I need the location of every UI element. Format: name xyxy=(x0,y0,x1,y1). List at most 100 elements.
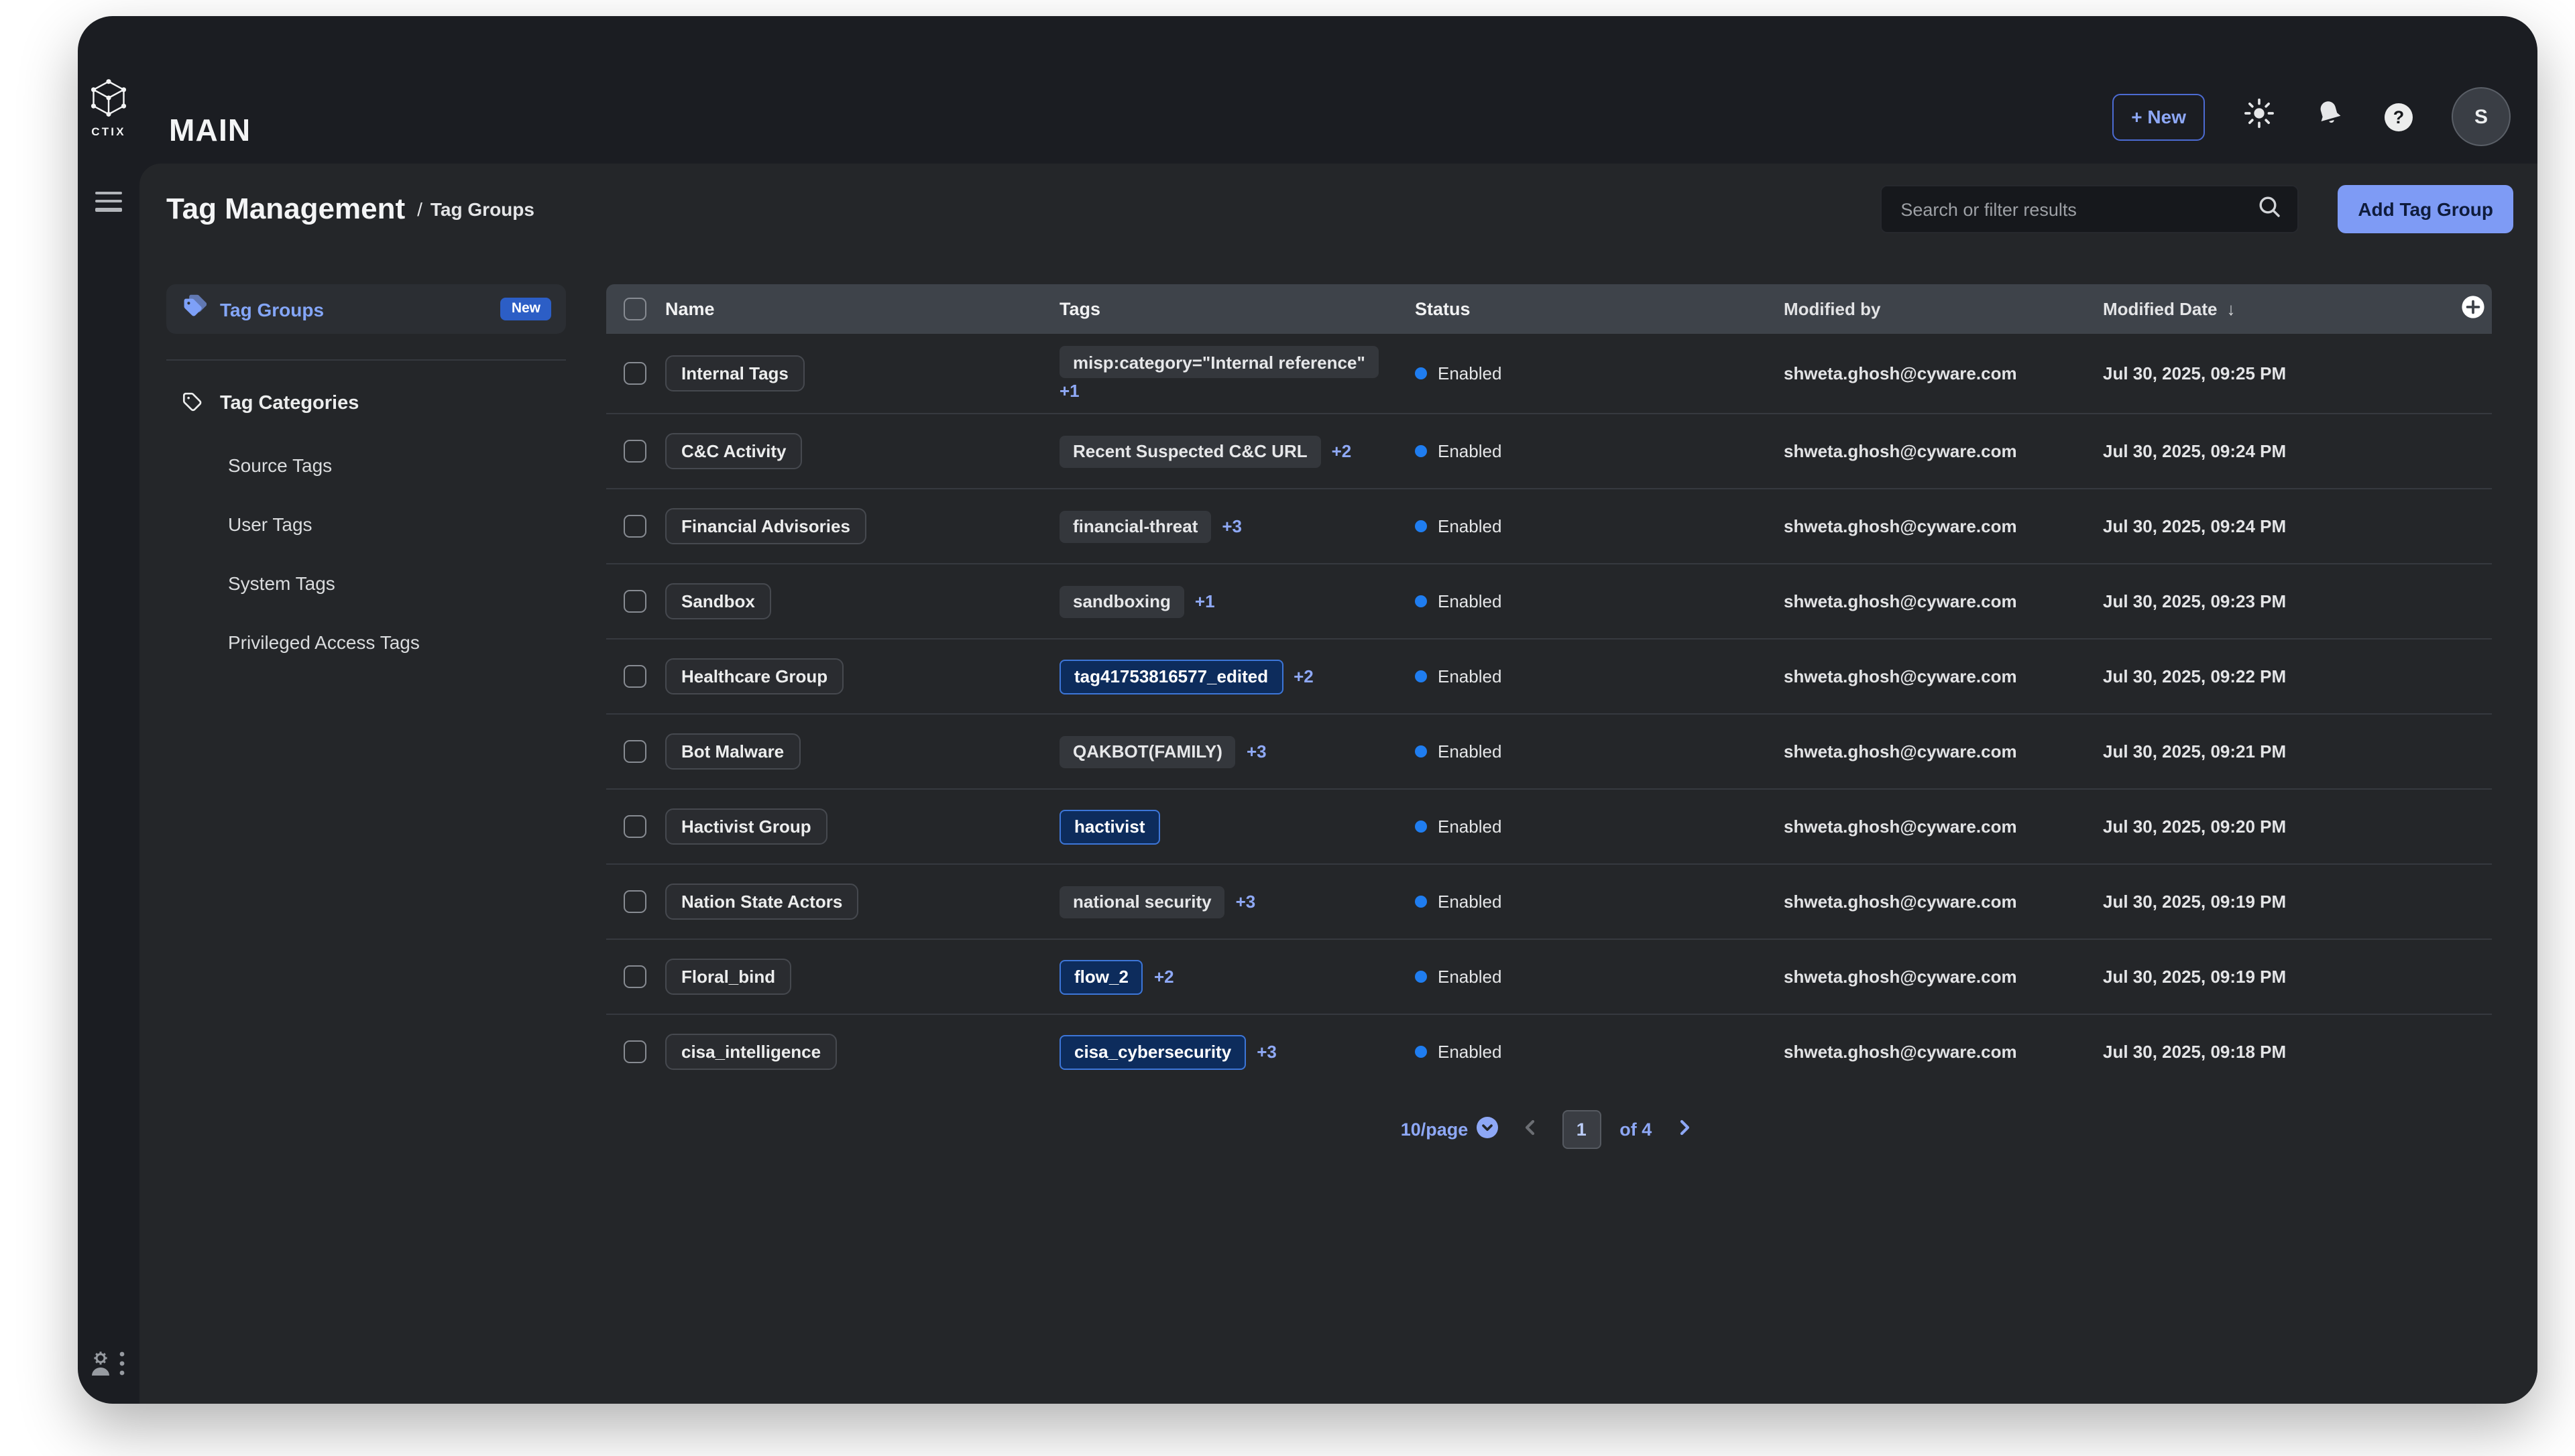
tag-group-name[interactable]: Sandbox xyxy=(665,583,771,619)
table-row[interactable]: Healthcare Group tag41753816577_edited +… xyxy=(606,638,2492,713)
table-row[interactable]: Sandbox sandboxing +1 Enabled shweta.gho… xyxy=(606,563,2492,638)
app-window: CTIX xyxy=(78,16,2537,1404)
table-row[interactable]: Floral_bind flow_2 +2 Enabled shweta.gho… xyxy=(606,938,2492,1014)
column-header-name[interactable]: Name xyxy=(665,299,1060,319)
add-tag-group-button[interactable]: Add Tag Group xyxy=(2338,185,2513,233)
row-checkbox[interactable] xyxy=(624,440,646,463)
content-area: Tag Management /Tag Groups xyxy=(139,164,2537,1404)
sidebar-item-privileged-access-tags[interactable]: Privileged Access Tags xyxy=(166,613,566,672)
tag-chip[interactable]: QAKBOT(FAMILY) xyxy=(1060,735,1236,768)
column-header-modified-by[interactable]: Modified by xyxy=(1784,299,2103,319)
new-badge: New xyxy=(501,298,551,320)
tag-chip[interactable]: national security xyxy=(1060,886,1225,918)
table-row[interactable]: Hactivist Group hactivist Enabled shweta… xyxy=(606,788,2492,863)
status-label: Enabled xyxy=(1438,441,1501,461)
table-row[interactable]: cisa_intelligence cisa_cybersecurity +3 … xyxy=(606,1014,2492,1089)
help-button[interactable]: ? xyxy=(2385,103,2413,131)
tag-group-name[interactable]: C&C Activity xyxy=(665,433,803,469)
theme-toggle-button[interactable] xyxy=(2244,98,2275,135)
sidebar-item-user-tags[interactable]: User Tags xyxy=(166,495,566,554)
status-label: Enabled xyxy=(1438,892,1501,912)
row-checkbox[interactable] xyxy=(624,815,646,838)
page-size-select[interactable]: 10/page xyxy=(1401,1117,1498,1142)
tag-chip[interactable]: cisa_cybersecurity xyxy=(1060,1034,1246,1069)
sidebar-item-source-tags[interactable]: Source Tags xyxy=(166,436,566,495)
modified-by: shweta.ghosh@cyware.com xyxy=(1784,741,2103,762)
tag-group-name[interactable]: Floral_bind xyxy=(665,959,791,995)
tag-chip[interactable]: tag41753816577_edited xyxy=(1060,659,1283,694)
tag-group-name[interactable]: cisa_intelligence xyxy=(665,1034,837,1070)
row-checkbox[interactable] xyxy=(624,362,646,385)
tag-chip[interactable]: hactivist xyxy=(1060,809,1160,844)
more-tags-count[interactable]: +3 xyxy=(1257,1042,1277,1062)
search-icon[interactable] xyxy=(2257,194,2281,225)
more-tags-count[interactable]: +3 xyxy=(1247,741,1267,762)
breadcrumb-separator: / xyxy=(417,198,422,220)
ctix-logo[interactable]: CTIX xyxy=(78,78,139,138)
row-checkbox[interactable] xyxy=(624,665,646,688)
tag-group-name[interactable]: Hactivist Group xyxy=(665,808,827,845)
more-tags-count[interactable]: +1 xyxy=(1060,381,1080,401)
user-admin-button[interactable] xyxy=(90,1349,126,1385)
modified-date: Jul 30, 2025, 09:24 PM xyxy=(2103,441,2454,461)
tag-group-name[interactable]: Internal Tags xyxy=(665,355,805,391)
more-tags-count[interactable]: +3 xyxy=(1222,516,1242,536)
status-label: Enabled xyxy=(1438,741,1501,762)
row-checkbox[interactable] xyxy=(624,740,646,763)
row-checkbox[interactable] xyxy=(624,590,646,613)
table-row[interactable]: Internal Tags misp:category="Internal re… xyxy=(606,334,2492,413)
tag-chip[interactable]: financial-threat xyxy=(1060,510,1211,542)
next-page-button[interactable] xyxy=(1670,1116,1697,1143)
new-button[interactable]: + New xyxy=(2112,93,2205,140)
row-checkbox[interactable] xyxy=(624,965,646,988)
status-label: Enabled xyxy=(1438,1042,1501,1062)
modified-by: shweta.ghosh@cyware.com xyxy=(1784,666,2103,686)
modified-date: Jul 30, 2025, 09:19 PM xyxy=(2103,892,2454,912)
search-input[interactable] xyxy=(1898,198,2257,221)
tag-group-name[interactable]: Financial Advisories xyxy=(665,508,866,544)
column-header-modified-date[interactable]: Modified Date ↓ xyxy=(2103,299,2454,319)
more-tags-count[interactable]: +2 xyxy=(1294,666,1314,686)
avatar[interactable]: S xyxy=(2452,87,2511,146)
row-checkbox[interactable] xyxy=(624,890,646,913)
kebab-dots-icon xyxy=(118,1350,126,1384)
search-box xyxy=(1880,185,2299,233)
row-checkbox[interactable] xyxy=(624,515,646,538)
modified-by: shweta.ghosh@cyware.com xyxy=(1784,516,2103,536)
tag-chip[interactable]: sandboxing xyxy=(1060,585,1184,617)
status-dot xyxy=(1415,595,1427,607)
tag-group-name[interactable]: Nation State Actors xyxy=(665,884,858,920)
current-page[interactable]: 1 xyxy=(1562,1110,1601,1149)
sidebar-section-tag-categories[interactable]: Tag Categories xyxy=(166,389,566,418)
more-tags-count[interactable]: +2 xyxy=(1154,967,1174,987)
row-checkbox[interactable] xyxy=(624,1040,646,1063)
page-title: MAIN xyxy=(169,115,251,146)
more-tags-count[interactable]: +1 xyxy=(1195,591,1215,611)
tag-chip[interactable]: misp:category="Internal reference" xyxy=(1060,346,1379,378)
page-header: Tag Management /Tag Groups xyxy=(139,164,2537,255)
status-label: Enabled xyxy=(1438,516,1501,536)
previous-page-button[interactable] xyxy=(1516,1116,1543,1143)
tag-outline-icon xyxy=(181,389,205,418)
tag-group-name[interactable]: Bot Malware xyxy=(665,733,800,770)
sidebar-item-tag-groups[interactable]: Tag Groups New xyxy=(166,284,566,334)
modified-by: shweta.ghosh@cyware.com xyxy=(1784,967,2103,987)
sort-desc-icon: ↓ xyxy=(2226,299,2235,319)
add-column-icon[interactable] xyxy=(2461,295,2485,323)
tag-chip[interactable]: Recent Suspected C&C URL xyxy=(1060,435,1321,467)
sidebar-item-system-tags[interactable]: System Tags xyxy=(166,554,566,613)
table-row[interactable]: C&C Activity Recent Suspected C&C URL +2… xyxy=(606,413,2492,488)
notifications-button[interactable] xyxy=(2313,97,2346,136)
tag-chip[interactable]: flow_2 xyxy=(1060,959,1143,994)
more-tags-count[interactable]: +2 xyxy=(1332,441,1352,461)
table-row[interactable]: Financial Advisories financial-threat +3… xyxy=(606,488,2492,563)
select-all-checkbox[interactable] xyxy=(624,298,646,320)
tag-group-name[interactable]: Healthcare Group xyxy=(665,658,844,694)
topbar-actions: + New xyxy=(2112,87,2511,146)
menu-hamburger-icon[interactable] xyxy=(95,192,122,211)
column-header-tags[interactable]: Tags xyxy=(1060,291,1415,327)
table-row[interactable]: Bot Malware QAKBOT(FAMILY) +3 Enabled sh… xyxy=(606,713,2492,788)
column-header-status[interactable]: Status xyxy=(1415,299,1784,319)
more-tags-count[interactable]: +3 xyxy=(1236,892,1256,912)
table-row[interactable]: Nation State Actors national security +3… xyxy=(606,863,2492,938)
